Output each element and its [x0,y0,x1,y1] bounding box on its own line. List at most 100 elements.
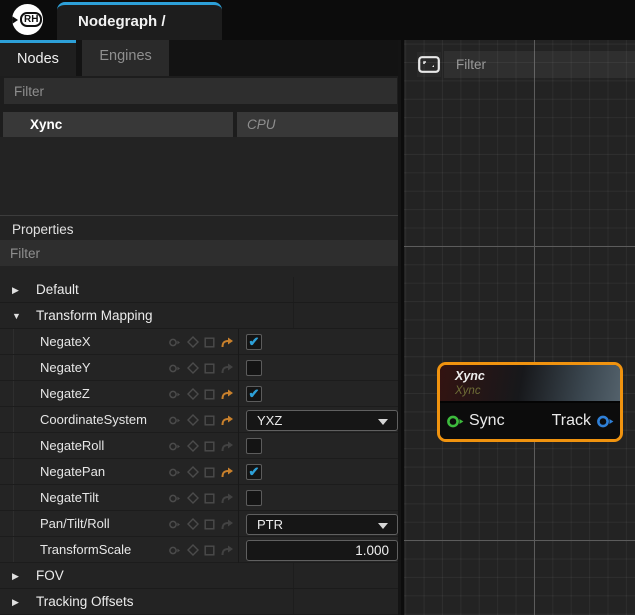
checkbox-negatetilt[interactable] [246,490,262,506]
chevron-right-icon[interactable]: ▶ [12,589,19,615]
square-icon[interactable] [204,441,215,452]
diamond-icon[interactable] [187,388,199,400]
link-arrow-icon[interactable] [220,414,234,426]
square-icon[interactable] [204,415,215,426]
properties-tree: ▶Default▼Transform MappingNegateX✔Negate… [0,277,398,615]
diamond-icon[interactable] [187,414,199,426]
group-row-default[interactable]: ▶Default [0,277,398,303]
link-arrow-icon[interactable] [220,518,234,530]
property-label: NegateY [40,355,91,381]
titlebar: RH Nodegraph / Actions [0,0,635,40]
app-logo[interactable]: RH [12,4,43,35]
output-port-icon[interactable] [596,414,614,429]
node-title: Xync [455,369,620,384]
grid-major-hline [404,246,635,247]
tab-nodes[interactable]: Nodes [0,40,76,76]
property-row-negatetilt[interactable]: NegateTilt [0,485,398,511]
property-row-negatepan[interactable]: NegatePan✔ [0,459,398,485]
connector-icon[interactable] [168,389,182,400]
diamond-icon[interactable] [187,336,199,348]
link-arrow-icon[interactable] [220,440,234,452]
property-state-icons [168,329,234,355]
checkbox-negatez[interactable]: ✔ [246,386,262,402]
port-track[interactable]: Track [552,412,614,430]
app-window: RH Nodegraph / Actions Nodes Engines Xyn… [0,0,635,615]
connector-icon[interactable] [168,337,182,348]
dropdown-pan-tilt-roll[interactable]: PTR [246,514,398,535]
port-sync[interactable]: Sync [446,412,505,430]
square-icon[interactable] [204,363,215,374]
property-value: YXZ [238,407,398,433]
node-list-row[interactable]: Xync CPU [0,112,398,137]
node-list-name[interactable]: Xync [3,112,233,137]
link-arrow-icon[interactable] [220,544,234,556]
group-row-tracking-offsets[interactable]: ▶Tracking Offsets [0,589,398,615]
link-arrow-icon[interactable] [220,466,234,478]
diamond-icon[interactable] [187,518,199,530]
square-icon[interactable] [204,519,215,530]
chevron-down-icon[interactable]: ▼ [12,303,21,329]
property-row-negatex[interactable]: NegateX✔ [0,329,398,355]
connector-icon[interactable] [168,467,182,478]
group-row-transform-mapping[interactable]: ▼ Transform Mapping [0,303,398,329]
tab-engines[interactable]: Engines [82,40,168,76]
checkbox-negatepan[interactable]: ✔ [246,464,262,480]
link-arrow-icon[interactable] [220,492,234,504]
connector-icon[interactable] [168,415,182,426]
nodegraph-canvas[interactable]: Xync Xync Sync Track [404,40,635,615]
properties-filter-input[interactable] [0,240,398,266]
property-row-negatey[interactable]: NegateY [0,355,398,381]
square-icon[interactable] [204,545,215,556]
input-transformscale[interactable]: 1.000 [246,540,398,561]
property-row-coordinatesystem[interactable]: CoordinateSystemYXZ [0,407,398,433]
chevron-right-icon[interactable]: ▶ [12,563,19,589]
grid-major-hline [404,540,635,541]
square-icon[interactable] [204,389,215,400]
property-value: PTR [238,511,398,537]
diamond-icon[interactable] [187,440,199,452]
left-panel: Nodes Engines Xync CPU Properties ▶Defau… [0,40,401,615]
node-header[interactable]: Xync Xync [440,365,620,401]
group-label: FOV [36,563,64,589]
properties-header: Properties [0,215,398,240]
node-body: Sync Track [440,401,620,439]
chevron-down-icon [378,523,388,529]
dropdown-value: YXZ [257,413,282,428]
node-xync[interactable]: Xync Xync Sync Track [437,362,623,442]
diamond-icon[interactable] [187,362,199,374]
group-label: Transform Mapping [36,303,153,329]
checkbox-negatex[interactable]: ✔ [246,334,262,350]
dropdown-coordinatesystem[interactable]: YXZ [246,410,398,431]
diamond-icon[interactable] [187,466,199,478]
canvas-filter-input[interactable] [444,51,635,78]
connector-icon[interactable] [168,545,182,556]
property-value [238,355,398,381]
square-icon[interactable] [204,337,215,348]
property-row-negateroll[interactable]: NegateRoll [0,433,398,459]
property-row-transformscale[interactable]: TransformScale1.000 [0,537,398,563]
chevron-right-icon[interactable]: ▶ [12,277,19,303]
fit-view-button[interactable] [417,52,441,77]
node-filter-input[interactable] [4,78,397,104]
link-arrow-icon[interactable] [220,388,234,400]
tab-nodegraph-actions[interactable]: Nodegraph / Actions [57,2,222,40]
diamond-icon[interactable] [187,544,199,556]
group-row-fov[interactable]: ▶ FOV [0,563,398,589]
input-port-icon[interactable] [446,414,464,429]
node-list-engine[interactable]: CPU [237,112,398,137]
checkbox-negatey[interactable] [246,360,262,376]
logo-text: RH [20,12,42,27]
square-icon[interactable] [204,493,215,504]
property-value: ✔ [238,329,398,355]
diamond-icon[interactable] [187,492,199,504]
connector-icon[interactable] [168,519,182,530]
property-row-pan-tilt-roll[interactable]: Pan/Tilt/RollPTR [0,511,398,537]
square-icon[interactable] [204,467,215,478]
connector-icon[interactable] [168,363,182,374]
connector-icon[interactable] [168,493,182,504]
link-arrow-icon[interactable] [220,362,234,374]
property-row-negatez[interactable]: NegateZ✔ [0,381,398,407]
connector-icon[interactable] [168,441,182,452]
link-arrow-icon[interactable] [220,336,234,348]
checkbox-negateroll[interactable] [246,438,262,454]
